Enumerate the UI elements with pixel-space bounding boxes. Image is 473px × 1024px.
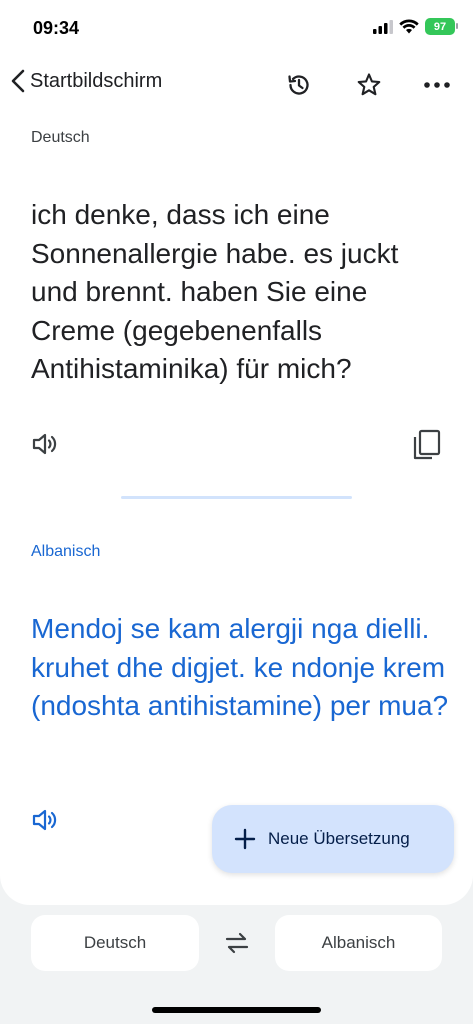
target-language-selector[interactable]: Albanisch [275, 915, 442, 971]
source-language-label: Deutsch [31, 129, 90, 146]
cellular-signal-icon [373, 19, 393, 34]
wifi-icon [399, 19, 419, 34]
source-text[interactable]: ich denke, dass ich eine Sonnenallergie … [31, 196, 451, 389]
new-translation-button[interactable]: Neue Übersetzung [212, 805, 454, 873]
copy-button[interactable] [412, 429, 442, 461]
translation-screen: 09:34 97 Startbildschirm Deutsch ich den… [0, 0, 473, 1024]
history-icon [288, 75, 309, 95]
translated-text[interactable]: Mendoj se kam alergji nga dielli. kruhet… [31, 610, 451, 726]
more-icon [424, 82, 450, 88]
status-time: 09:34 [33, 18, 80, 38]
star-icon [357, 73, 381, 96]
target-speak-button[interactable] [31, 805, 61, 835]
speaker-icon [32, 809, 57, 831]
copy-icon [413, 429, 441, 460]
back-chevron-icon [11, 69, 25, 93]
target-language-label: Albanisch [31, 543, 101, 560]
speaker-icon [32, 433, 57, 455]
battery-level: 97 [433, 20, 447, 33]
more-button[interactable] [420, 68, 454, 102]
status-indicators: 97 [373, 18, 458, 35]
source-speak-button[interactable] [31, 429, 61, 459]
back-label: Startbildschirm [30, 69, 163, 92]
battery-icon: 97 [425, 18, 458, 35]
favorite-button[interactable] [352, 68, 386, 102]
swap-arrows-icon [225, 932, 249, 954]
new-translation-label: Neue Übersetzung [268, 829, 410, 848]
section-divider [121, 496, 352, 499]
plus-icon [234, 828, 256, 850]
home-indicator[interactable] [152, 1007, 321, 1013]
swap-languages-button[interactable] [220, 928, 254, 958]
history-button[interactable] [282, 68, 316, 102]
source-language-selector[interactable]: Deutsch [31, 915, 199, 971]
back-button[interactable]: Startbildschirm [10, 68, 162, 94]
nav-bar: Startbildschirm [0, 62, 473, 106]
translation-card: 09:34 97 Startbildschirm Deutsch ich den… [0, 0, 473, 905]
